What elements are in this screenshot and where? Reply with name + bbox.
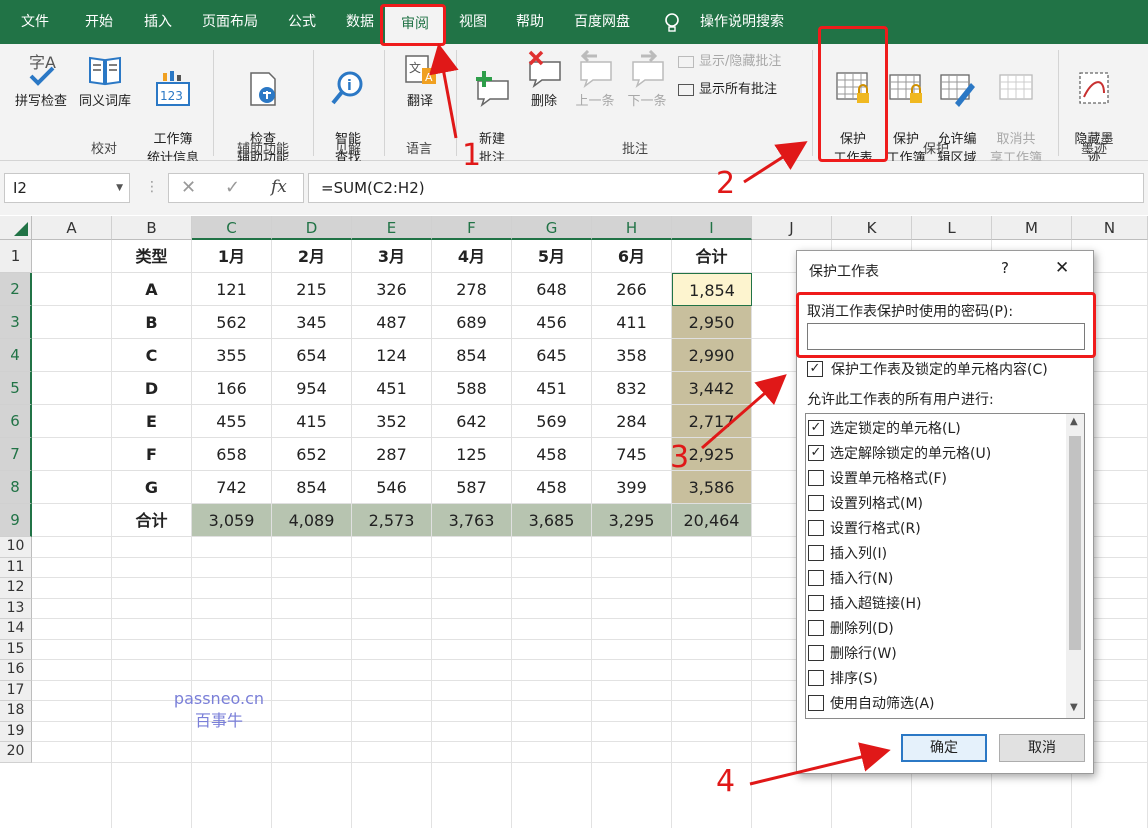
- arrow-4: [749, 742, 891, 786]
- annotation-number-1: 1: [462, 138, 482, 173]
- arrow-3: [701, 374, 787, 450]
- arrow-1: [429, 43, 459, 139]
- annotation-number-4: 4: [716, 764, 736, 799]
- annotation-arrows: [429, 43, 891, 786]
- arrow-2: [743, 141, 808, 184]
- annotation-number-3: 3: [670, 440, 690, 475]
- annotation-number-2: 2: [716, 166, 736, 201]
